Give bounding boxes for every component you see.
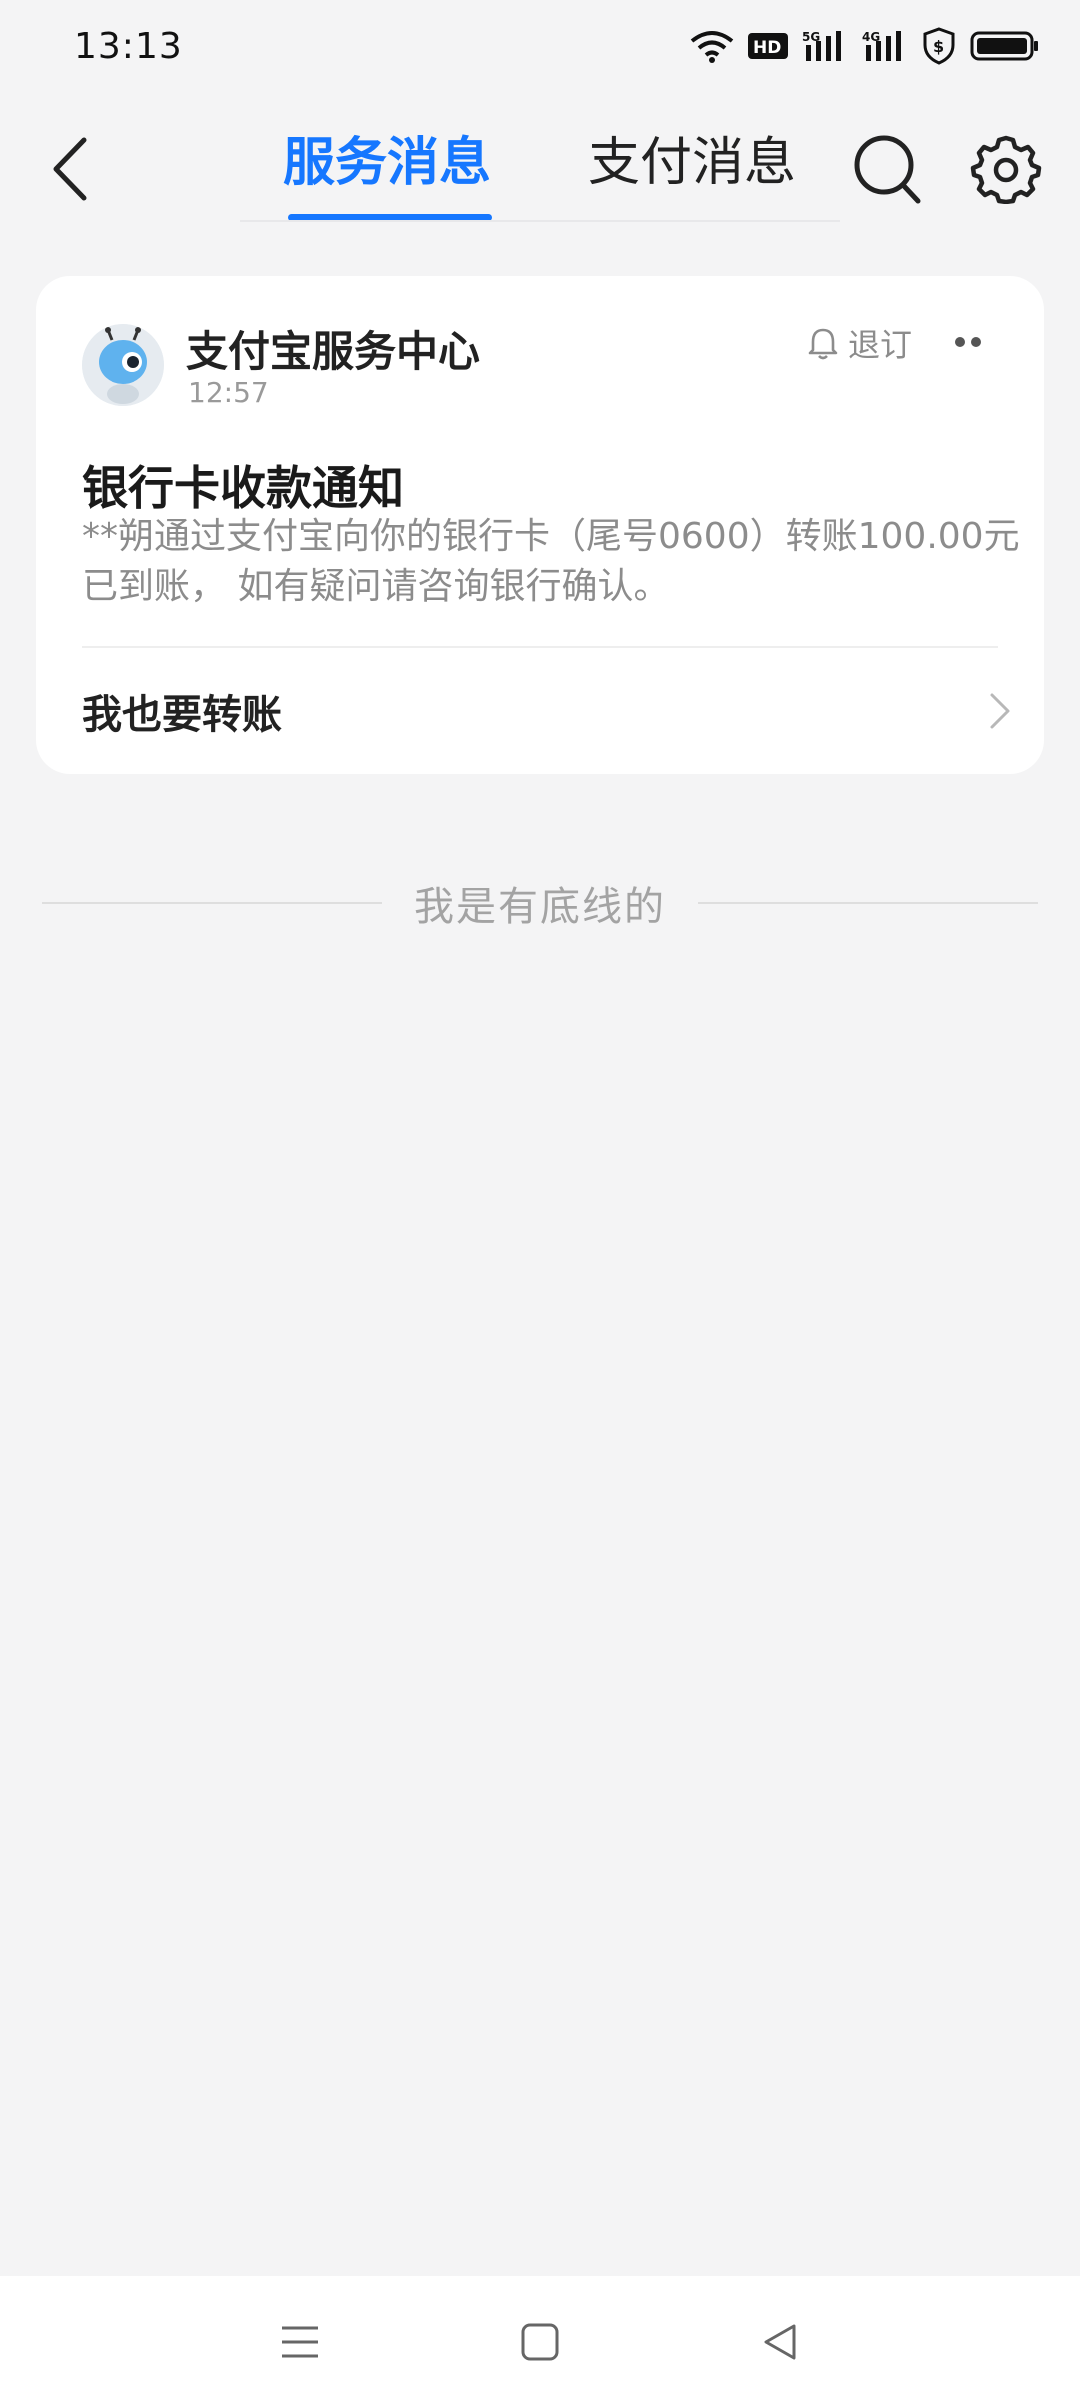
unsubscribe-button[interactable]: 退订 xyxy=(808,320,912,366)
header: 服务消息 支付消息 xyxy=(0,110,1080,230)
back-button[interactable] xyxy=(46,134,96,204)
menu-icon xyxy=(282,2326,318,2358)
ant-mascot-icon xyxy=(82,324,164,406)
transfer-action-row[interactable]: 我也要转账 xyxy=(82,648,1012,774)
more-dots-icon xyxy=(955,337,981,347)
status-time: 13:13 xyxy=(74,25,183,67)
message-title: 银行卡收款通知 xyxy=(82,461,404,515)
search-button[interactable] xyxy=(852,132,924,208)
message-time: 12:57 xyxy=(188,376,269,409)
svg-text:HD: HD xyxy=(753,38,781,58)
unsubscribe-label: 退订 xyxy=(848,326,913,364)
search-icon xyxy=(854,135,921,204)
back-nav-button[interactable] xyxy=(760,2322,800,2362)
shield-dollar-icon: $ xyxy=(922,27,956,65)
system-navigation-bar xyxy=(0,2276,1080,2408)
transfer-action-label: 我也要转账 xyxy=(82,692,282,738)
bell-icon xyxy=(808,328,838,360)
tab-divider xyxy=(240,220,840,222)
signal-5g-icon: 5G xyxy=(802,29,848,63)
end-of-list-text: 我是有底线的 xyxy=(414,884,666,930)
page: 13:13 HD 5G 4G $ 服务消息 支付消息 支付宝服务中心 12:57… xyxy=(0,0,1080,2408)
battery-icon xyxy=(970,29,1040,63)
status-icons: HD 5G 4G $ xyxy=(690,27,1040,65)
home-square-icon xyxy=(521,2323,559,2361)
status-bar: 13:13 HD 5G 4G $ xyxy=(0,0,1080,92)
tab-payment-messages[interactable]: 支付消息 xyxy=(582,120,802,230)
hd-icon: HD xyxy=(748,31,788,61)
signal-4g-icon: 4G xyxy=(862,29,908,63)
message-card[interactable]: 支付宝服务中心 12:57 退订 银行卡收款通知 **朔通过支付宝向你的银行卡（… xyxy=(36,276,1044,774)
svg-text:$: $ xyxy=(933,37,944,56)
end-of-list-indicator: 我是有底线的 xyxy=(42,870,1038,936)
end-line-right xyxy=(698,902,1038,904)
wifi-icon xyxy=(690,29,734,63)
chevron-right-icon xyxy=(990,693,1010,729)
avatar xyxy=(82,324,164,406)
home-button[interactable] xyxy=(520,2322,560,2362)
gear-icon xyxy=(970,135,1042,205)
message-body: **朔通过支付宝向你的银行卡（尾号0600）转账100.00元已到账， 如有疑问… xyxy=(82,516,1020,607)
back-triangle-icon xyxy=(764,2324,796,2360)
chevron-left-icon xyxy=(53,137,87,201)
more-options-button[interactable] xyxy=(948,332,988,352)
sender-name[interactable]: 支付宝服务中心 xyxy=(186,318,480,379)
menu-button[interactable] xyxy=(280,2322,320,2362)
settings-button[interactable] xyxy=(970,132,1042,205)
end-line-left xyxy=(42,902,382,904)
